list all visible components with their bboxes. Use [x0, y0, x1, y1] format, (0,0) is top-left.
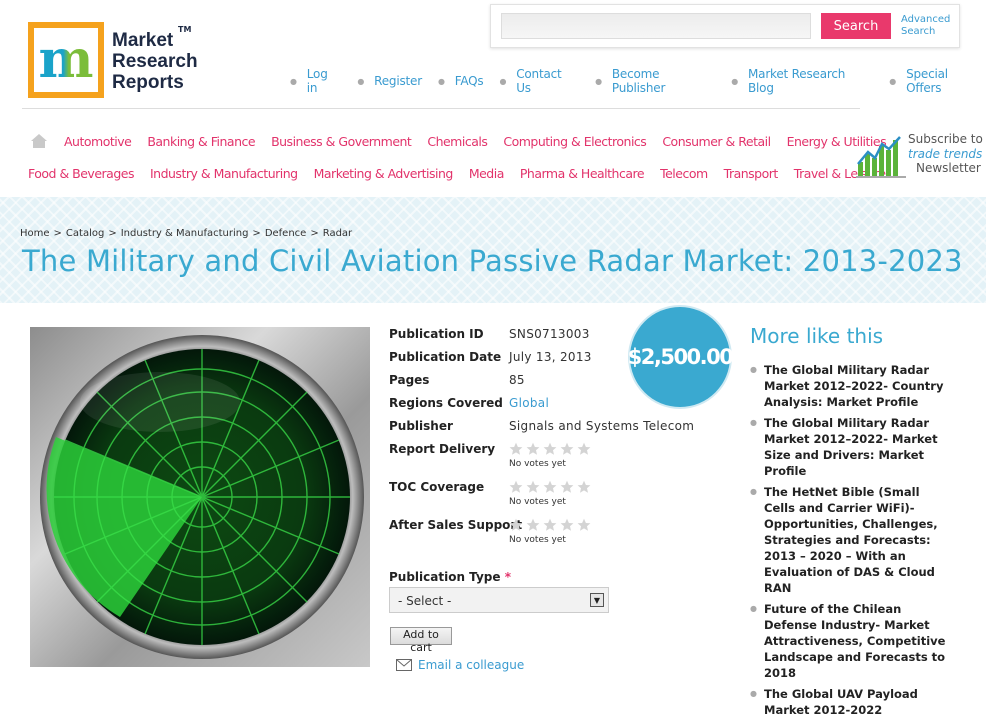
- list-item[interactable]: ● The HetNet Bible (Small Cells and Carri…: [748, 484, 948, 596]
- email-colleague-link[interactable]: Email a colleague: [396, 658, 524, 672]
- star-icon[interactable]: [526, 518, 540, 532]
- breadcrumb-home[interactable]: Home: [20, 228, 50, 239]
- envelope-icon: [396, 659, 412, 671]
- nav-register[interactable]: ● Register: [357, 67, 422, 95]
- nav-log-in[interactable]: ● Log in: [290, 67, 341, 95]
- list-item[interactable]: ● Future of the Chilean Defense Industry-…: [748, 601, 948, 681]
- breadcrumb-catalog[interactable]: Catalog: [66, 228, 104, 239]
- category-nav-row-1: Automotive Banking & Finance Business & …: [64, 134, 902, 149]
- star-icon[interactable]: [577, 518, 591, 532]
- bullet-icon: ●: [290, 76, 297, 86]
- star-icon[interactable]: [509, 442, 523, 456]
- dropdown-arrow-icon: ▼: [590, 593, 604, 607]
- site-logo[interactable]: m Market Research Reports TM: [28, 22, 203, 102]
- bullet-icon: ●: [750, 604, 757, 613]
- star-icon[interactable]: [526, 480, 540, 494]
- category-media[interactable]: Media: [469, 166, 505, 181]
- nav-special-offers[interactable]: ● Special Offers: [889, 67, 986, 95]
- bullet-icon: ●: [357, 76, 365, 86]
- advanced-search-link[interactable]: Advanced Search: [901, 14, 961, 38]
- search-input[interactable]: [501, 13, 811, 39]
- category-nav-row-2: Food & Beverages Industry & Manufacturin…: [28, 166, 902, 181]
- star-rating[interactable]: [509, 442, 591, 456]
- star-icon[interactable]: [509, 480, 523, 494]
- category-telecom[interactable]: Telecom: [660, 166, 708, 181]
- price-badge: $2,500.00: [628, 307, 734, 407]
- category-automotive[interactable]: Automotive: [64, 134, 132, 149]
- logo-mark: m: [28, 22, 104, 98]
- star-icon[interactable]: [543, 480, 557, 494]
- more-like-this-heading: More like this: [750, 324, 884, 348]
- bullet-icon: ●: [437, 76, 445, 86]
- category-pharma-healthcare[interactable]: Pharma & Healthcare: [520, 166, 645, 181]
- page-title: The Military and Civil Aviation Passive …: [22, 244, 963, 278]
- star-icon[interactable]: [577, 480, 591, 494]
- category-computing-electronics[interactable]: Computing & Electronics: [503, 134, 646, 149]
- star-icon[interactable]: [526, 442, 540, 456]
- category-consumer-retail[interactable]: Consumer & Retail: [662, 134, 771, 149]
- category-transport[interactable]: Transport: [724, 166, 779, 181]
- product-image: [30, 327, 370, 667]
- category-business-government[interactable]: Business & Government: [271, 134, 412, 149]
- breadcrumb-industry[interactable]: Industry & Manufacturing: [121, 228, 249, 239]
- bullet-icon: ●: [731, 76, 739, 86]
- search-button[interactable]: Search: [821, 13, 891, 39]
- header-divider: [22, 108, 860, 109]
- publication-type-select[interactable]: - Select - ▼: [389, 587, 609, 613]
- star-icon[interactable]: [560, 442, 574, 456]
- growth-chart-icon: [856, 136, 906, 178]
- newsletter-subscribe[interactable]: Subscribe to trade trends Newsletter: [856, 132, 986, 180]
- star-icon[interactable]: [560, 480, 574, 494]
- bullet-icon: ●: [499, 76, 507, 86]
- search-box: Search Advanced Search: [490, 4, 960, 48]
- star-rating[interactable]: [509, 518, 591, 532]
- star-icon[interactable]: [543, 518, 557, 532]
- trademark-mark: TM: [178, 25, 192, 34]
- bullet-icon: ●: [750, 365, 757, 374]
- nav-become-publisher[interactable]: ● Become Publisher: [595, 67, 715, 95]
- add-to-cart-button[interactable]: Add to cart: [390, 627, 452, 654]
- star-icon[interactable]: [577, 442, 591, 456]
- star-rating[interactable]: [509, 480, 591, 494]
- category-marketing-advertising[interactable]: Marketing & Advertising: [314, 166, 454, 181]
- star-icon[interactable]: [543, 442, 557, 456]
- category-food-beverages[interactable]: Food & Beverages: [28, 166, 134, 181]
- category-industry-manufacturing[interactable]: Industry & Manufacturing: [150, 166, 298, 181]
- list-item[interactable]: ● The Global Military Radar Market 2012–2…: [748, 362, 948, 410]
- regions-global-link[interactable]: Global: [509, 396, 549, 410]
- top-nav: ● Log in ● Register ● FAQs ● Contact Us ● Bec…: [290, 67, 986, 95]
- nav-contact-us[interactable]: ● Contact Us: [499, 67, 579, 95]
- category-banking-finance[interactable]: Banking & Finance: [147, 134, 255, 149]
- publication-type-label: Publication Type *: [389, 570, 511, 584]
- home-icon[interactable]: [30, 133, 47, 149]
- breadcrumb-current: Radar: [322, 228, 353, 239]
- category-chemicals[interactable]: Chemicals: [427, 134, 488, 149]
- breadcrumb-defence[interactable]: Defence: [265, 228, 307, 239]
- related-reports-list: ● The Global Military Radar Market 2012–2…: [748, 362, 948, 723]
- bullet-icon: ●: [750, 418, 757, 427]
- bullet-icon: ●: [750, 487, 757, 496]
- bullet-icon: ●: [595, 76, 602, 86]
- logo-wordmark: Market Research Reports: [112, 30, 198, 93]
- breadcrumb: Home > Catalog > Industry & Manufacturin…: [20, 228, 353, 239]
- nav-market-research-blog[interactable]: ● Market Research Blog: [731, 67, 873, 95]
- nav-faqs[interactable]: ● FAQs: [437, 67, 484, 95]
- star-icon[interactable]: [560, 518, 574, 532]
- bullet-icon: ●: [889, 76, 897, 86]
- list-item[interactable]: ● The Global Military Radar Market 2012–2…: [748, 415, 948, 479]
- bullet-icon: ●: [750, 689, 757, 698]
- star-icon[interactable]: [509, 518, 523, 532]
